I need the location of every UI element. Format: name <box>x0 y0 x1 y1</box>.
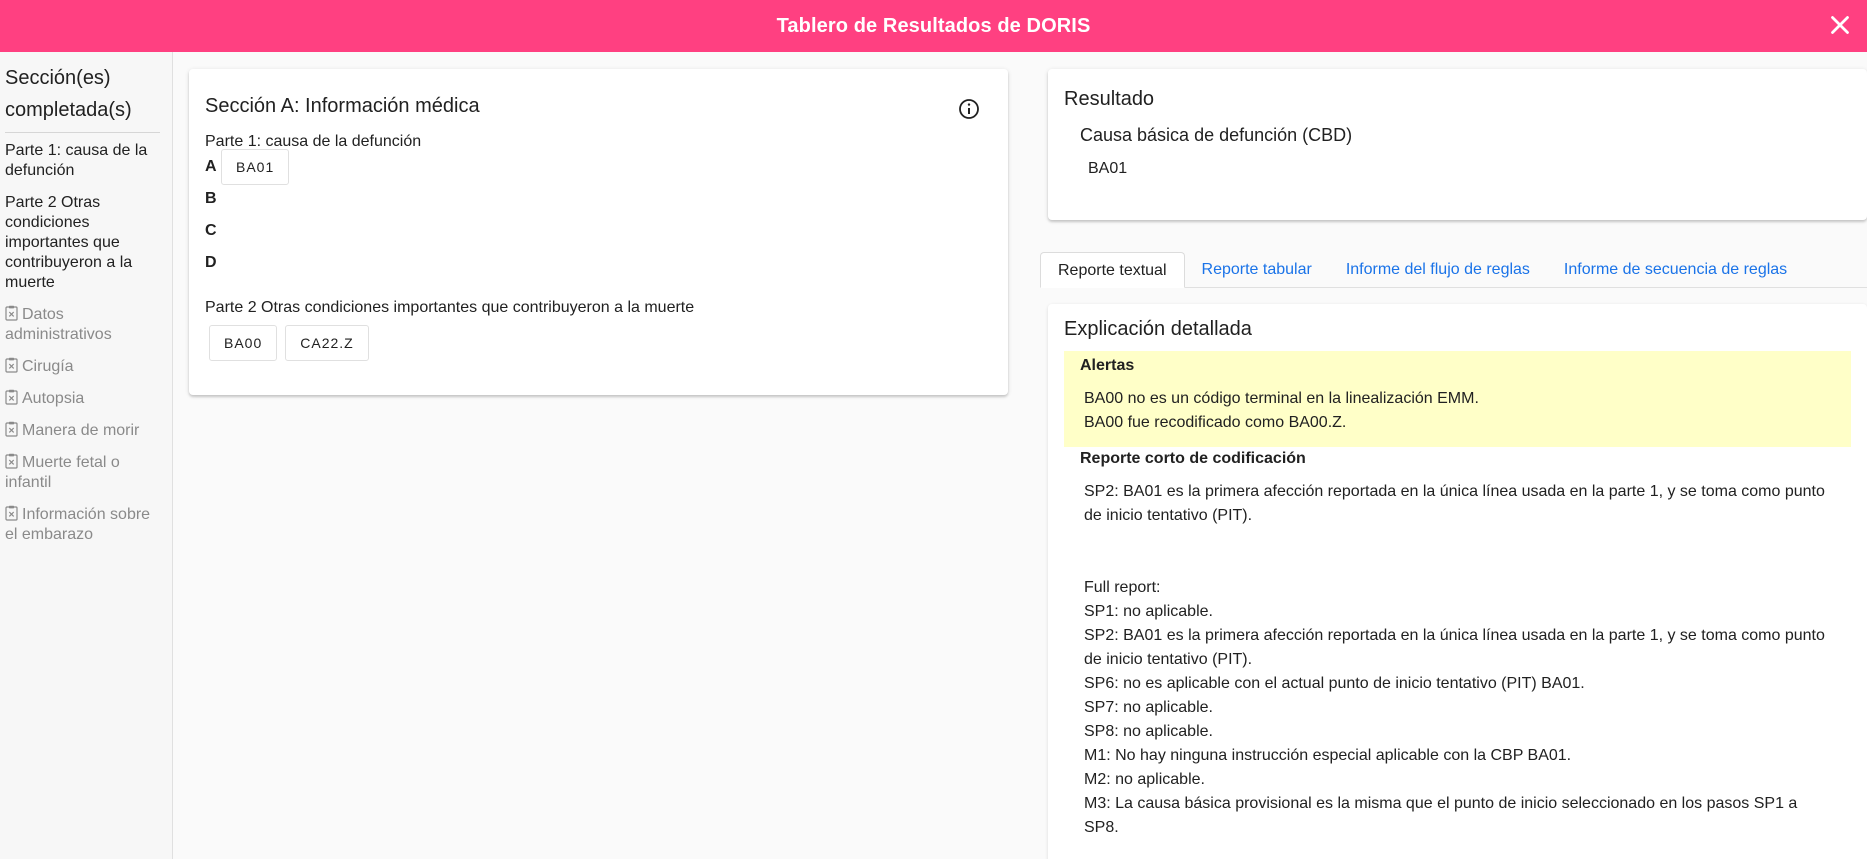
result-card: Resultado Causa básica de defunción (CBD… <box>1048 69 1867 220</box>
detail-title: Explicación detallada <box>1064 318 1252 340</box>
tab-1[interactable]: Reporte textual <box>1040 252 1185 288</box>
sidebar-item-label: Muerte fetal o infantil <box>5 454 120 491</box>
cause-row: A BA01 <box>205 149 992 185</box>
sidebar-item-label: Parte 2 Otras condiciones importantes qu… <box>5 194 133 291</box>
full-report-line: M2: no aplicable. <box>1084 771 1205 788</box>
report-tabs: Reporte textual Reporte tabular Informe de… <box>1040 252 1867 288</box>
app-title: Tablero de Resultados de DORIS <box>776 14 1091 37</box>
code-chip[interactable]: CA22.Z <box>285 325 369 361</box>
sidebar-item-label: Cirugía <box>22 358 74 375</box>
cbd-value: BA01 <box>1088 160 1128 177</box>
section-a-title: Sección A: Información médica <box>205 95 480 117</box>
full-report-line: SP1: no aplicable. <box>1084 603 1213 620</box>
tab-3[interactable]: Informe del flujo de reglas <box>1329 252 1547 288</box>
part1-label: Parte 1: causa de la defunción <box>205 133 422 150</box>
alert-line: BA00 no es un código terminal en la line… <box>1084 390 1479 407</box>
full-report-line: Full report: <box>1084 579 1161 596</box>
cbd-label: Causa básica de defunción (CBD) <box>1080 125 1353 145</box>
clipboard-x-icon <box>5 305 18 321</box>
sidebar-item-label: Parte 1: causa de la defunción <box>5 142 148 179</box>
full-report-line: M3: La causa básica provisional es la mi… <box>1084 795 1798 836</box>
result-title: Resultado <box>1064 88 1155 110</box>
sidebar-item[interactable]: Parte 2 Otras condiciones importantes qu… <box>5 193 163 293</box>
part1-rows: A BA01 B C D <box>205 149 992 279</box>
sidebar-heading: Sección(es) completada(s) <box>5 62 160 133</box>
tab-2[interactable]: Reporte tabular <box>1185 252 1329 288</box>
sidebar-item-label: Datos administrativos <box>5 306 112 343</box>
sidebar-list: Parte 1: causa de la defunción Parte 2 Ot… <box>5 141 172 545</box>
alert-line: BA00 fue recodificado como BA00.Z. <box>1084 414 1347 431</box>
sidebar-item-label: Autopsia <box>22 390 85 407</box>
short-report-text: SP2: BA01 es la primera afección reporta… <box>1084 483 1825 524</box>
sidebar-item[interactable]: Muerte fetal o infantil <box>5 453 163 493</box>
full-report-line: M1: No hay ninguna instrucción especial … <box>1084 747 1572 764</box>
sidebar-item-label: Información sobre el embarazo <box>5 506 151 543</box>
full-report-line: SP7: no aplicable. <box>1084 699 1213 716</box>
sidebar-item[interactable]: Información sobre el embarazo <box>5 505 163 545</box>
sidebar-item[interactable]: Cirugía <box>5 357 163 377</box>
row-letter-label: A <box>205 158 217 175</box>
cause-row: D <box>205 247 992 279</box>
sidebar-item[interactable]: Datos administrativos <box>5 305 163 345</box>
full-report-line: SP2: BA01 es la primera afección reporta… <box>1084 627 1825 668</box>
info-icon[interactable] <box>957 97 981 121</box>
clipboard-x-icon <box>5 421 18 437</box>
tab-4[interactable]: Informe de secuencia de reglas <box>1547 252 1804 288</box>
part2-label: Parte 2 Otras condiciones importantes qu… <box>205 299 695 316</box>
sidebar-item-label: Manera de morir <box>22 422 140 439</box>
sidebar-item[interactable]: Manera de morir <box>5 421 163 441</box>
cause-row: C <box>205 215 992 247</box>
clipboard-x-icon <box>5 505 18 521</box>
alerts-box: Alertas BA00 no es un código terminal en… <box>1064 351 1851 447</box>
alerts-label: Alertas <box>1080 357 1135 374</box>
clipboard-x-icon <box>5 453 18 469</box>
clipboard-x-icon <box>5 389 18 405</box>
close-icon[interactable] <box>1825 10 1855 40</box>
short-report-label: Reporte corto de codificación <box>1080 450 1306 467</box>
code-chip[interactable]: BA01 <box>221 149 290 185</box>
sidebar: Sección(es) completada(s) Parte 1: causa… <box>0 52 173 859</box>
sidebar-item[interactable]: Parte 1: causa de la defunción <box>5 141 163 181</box>
row-letter-label: D <box>205 254 217 271</box>
code-chip[interactable]: BA00 <box>209 325 278 361</box>
alerts-list: BA00 no es un código terminal en la line… <box>1084 387 1851 435</box>
sidebar-item[interactable]: Autopsia <box>5 389 163 409</box>
full-report-line: SP6: no es aplicable con el actual punto… <box>1084 675 1585 692</box>
cause-row: B <box>205 183 992 215</box>
row-letter-label: C <box>205 222 217 239</box>
detail-card: Explicación detallada Alertas BA00 no es… <box>1048 304 1867 859</box>
full-report-line: SP8: no aplicable. <box>1084 723 1213 740</box>
row-letter-label: B <box>205 190 217 207</box>
part2-codes: BA00 CA22.Z <box>205 325 992 361</box>
section-a-card: Sección A: Información médica Parte 1: c… <box>189 69 1008 395</box>
full-report: Full report: SP1: no aplicable. SP2: BA01 … <box>1084 576 1834 840</box>
clipboard-x-icon <box>5 357 18 373</box>
app-header: Tablero de Resultados de DORIS <box>0 0 1867 52</box>
